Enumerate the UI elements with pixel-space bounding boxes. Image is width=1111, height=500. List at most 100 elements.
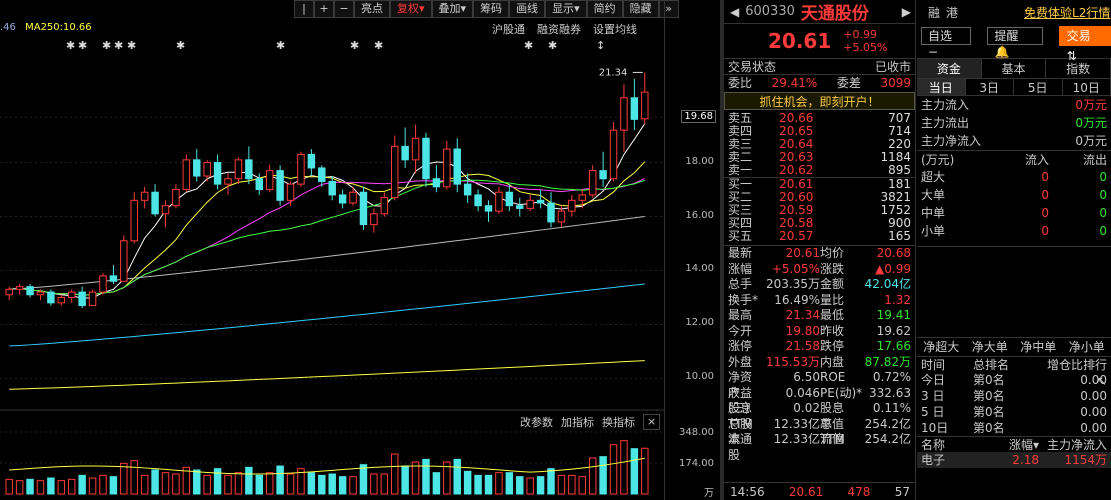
trade-button[interactable]: 交易 ⇅ xyxy=(1058,26,1111,63)
event-marker-icon[interactable]: ✱ xyxy=(350,39,359,52)
event-marker-icon[interactable]: ✱ xyxy=(374,39,383,52)
event-marker-icon[interactable]: ↕ xyxy=(596,39,605,52)
ask-price[interactable]: 20.62 xyxy=(758,164,835,177)
event-marker-icon[interactable]: ✱ xyxy=(102,39,111,52)
toolbar-button-9[interactable]: 简约 xyxy=(586,0,623,18)
add-watchlist-button[interactable]: 自选 − xyxy=(921,27,972,59)
tab-3day[interactable]: 3日 xyxy=(966,79,1014,95)
ask-label: 卖一 xyxy=(728,163,753,177)
tab-net-s[interactable]: 净小单 xyxy=(1069,338,1105,356)
volume-bar xyxy=(161,472,170,495)
event-marker-icon[interactable]: ✱ xyxy=(276,39,285,52)
alert-button[interactable]: 提醒 🔔 xyxy=(987,27,1043,59)
candle-body xyxy=(276,170,284,201)
vol-tick: 174.00 xyxy=(679,458,714,469)
candle-body xyxy=(130,199,138,242)
hk-tag[interactable]: 港 xyxy=(946,4,958,21)
bell-icon: 🔔 xyxy=(994,45,1010,59)
period-tabs: 当日 3日 5日 10日 xyxy=(917,78,1111,96)
ask-row: 卖四 20.65 714 xyxy=(724,125,915,138)
event-marker-icon[interactable]: ✱ xyxy=(127,39,136,52)
prev-stock-icon[interactable]: ◀ xyxy=(730,5,739,19)
price-tick: 16.00 xyxy=(685,209,714,221)
candle-body xyxy=(255,178,264,191)
toolbar-button-0[interactable]: | xyxy=(294,0,314,18)
volume-bar xyxy=(245,466,253,495)
event-marker-icon[interactable]: ✱ xyxy=(176,39,185,52)
volume-bar xyxy=(78,474,86,495)
trade-status-label: 交易状态 xyxy=(728,60,777,74)
tab-10day[interactable]: 10日 xyxy=(1063,79,1111,95)
size-label: 小单 xyxy=(921,224,946,238)
stat-label: 最低 xyxy=(820,308,845,322)
subnav-hugutong[interactable]: 沪股通 xyxy=(492,21,525,37)
volume-bar xyxy=(26,478,34,495)
toolbar-button-3[interactable]: 亮点 xyxy=(354,0,390,18)
tab-today[interactable]: 当日 xyxy=(917,79,966,95)
bid-label: 买五 xyxy=(728,229,753,243)
candle-body xyxy=(57,296,66,304)
volume-bar xyxy=(255,474,264,495)
candle-body xyxy=(568,199,576,212)
subnav-ma-settings[interactable]: 设置均线 xyxy=(593,21,637,37)
event-marker-icon[interactable]: ✱ xyxy=(114,39,123,52)
tab-5day[interactable]: 5日 xyxy=(1014,79,1063,95)
toolbar-button-4[interactable]: 复权▾ xyxy=(390,0,432,18)
ask-vol: 895 xyxy=(888,163,911,177)
volume-bar xyxy=(432,472,441,495)
margin-tag[interactable]: 融 xyxy=(928,4,940,21)
toolbar-button-7[interactable]: 画线 xyxy=(509,0,546,18)
tab-net-xl[interactable]: 净超大 xyxy=(923,338,959,356)
candle-body xyxy=(318,167,326,182)
event-marker-icon[interactable]: ✱ xyxy=(548,39,557,52)
close-icon[interactable]: × xyxy=(643,414,661,430)
last-trade-vol: 478 xyxy=(847,485,871,499)
candle-body xyxy=(286,183,295,201)
toolbar-button-6[interactable]: 筹码 xyxy=(473,0,510,18)
toolbar-button-10[interactable]: 隐藏 xyxy=(622,0,659,18)
switch-indicator-button[interactable]: 换指标 xyxy=(602,414,635,430)
candle-body xyxy=(432,178,441,188)
volume-bar xyxy=(568,474,576,495)
tab-fund[interactable]: 资金 xyxy=(917,59,982,78)
high-price-marker: 21.34 xyxy=(599,67,628,78)
next-stock-icon[interactable]: ▶ xyxy=(902,5,911,19)
event-marker-icon[interactable]: ✱ xyxy=(66,39,75,52)
volume-bar xyxy=(505,472,514,495)
volume-bar xyxy=(349,476,357,495)
stat-label: 换手* xyxy=(728,292,759,307)
tab-net-l[interactable]: 净大单 xyxy=(972,338,1008,356)
net-flow-chart xyxy=(917,246,1111,338)
open-account-banner[interactable]: 抓住机会，即刻开户！ xyxy=(724,92,915,110)
stat-label: 今开 xyxy=(728,323,753,338)
l2-trial-link[interactable]: 免费体验L2行情 xyxy=(1024,4,1110,21)
stat-row: 换手* 16.49% 量比 1.32 xyxy=(724,293,915,309)
toolbar-button-2[interactable]: − xyxy=(334,0,354,18)
toolbar-button-8[interactable]: 显示▾ xyxy=(545,0,587,18)
sector-row[interactable]: 电子 2.18 1154万 xyxy=(917,452,1111,468)
stat-value: 87.82万 xyxy=(864,354,911,369)
volume-bar xyxy=(495,472,503,495)
rank-header: 时间 总排名 增仓比排行 ↖ xyxy=(917,356,1111,388)
candle-body xyxy=(536,199,545,204)
toolbar-button-5[interactable]: 叠加▾ xyxy=(431,0,474,18)
event-marker-icon[interactable]: ✱ xyxy=(524,39,533,52)
stat-row: 流通股 12.33亿 流值 254.2亿 xyxy=(724,432,915,462)
tab-net-m[interactable]: 净中单 xyxy=(1020,338,1056,356)
tab-basic[interactable]: 基本 xyxy=(982,59,1047,78)
tab-index[interactable]: 指数 xyxy=(1046,59,1111,78)
add-indicator-button[interactable]: 加指标 xyxy=(561,414,594,430)
toolbar-button-1[interactable]: + xyxy=(314,0,334,18)
subnav-margin-trading[interactable]: 融资融券 xyxy=(537,21,581,37)
candle-body xyxy=(411,137,420,161)
edit-params-button[interactable]: 改参数 xyxy=(520,414,553,430)
bid-price[interactable]: 20.57 xyxy=(758,230,835,243)
kline-chart-area[interactable]: 21.34 .46 MA250:10.66 | + − 亮点 复权▾ 叠加▾ 筹码 画线 显示▾… xyxy=(0,0,720,500)
candle-body xyxy=(401,145,409,161)
candle-body xyxy=(557,210,566,223)
fund-tabs: 资金 基本 指数 xyxy=(917,58,1111,78)
candle-body xyxy=(578,194,587,201)
candle-body xyxy=(463,183,472,196)
weibi-row: 委比 29.41% 委差 3099 xyxy=(724,74,915,90)
event-marker-icon[interactable]: ✱ xyxy=(78,39,87,52)
